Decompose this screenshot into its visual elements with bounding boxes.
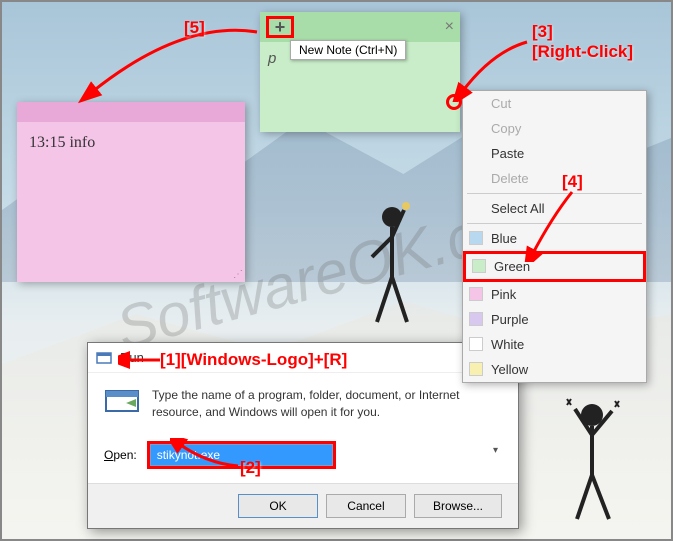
pink-note-header[interactable]: [17, 102, 245, 122]
run-window-icon: [96, 350, 112, 366]
color-swatch-pink: [469, 287, 483, 301]
menu-separator: [467, 223, 642, 224]
color-swatch-purple: [469, 312, 483, 326]
run-input[interactable]: [150, 444, 333, 466]
run-title: Run: [120, 350, 144, 365]
stick-figure-icon: [557, 397, 627, 527]
menu-color-purple[interactable]: Purple: [463, 307, 646, 332]
menu-item-paste[interactable]: Paste: [463, 141, 646, 166]
new-note-button[interactable]: +: [266, 16, 294, 38]
color-swatch-white: [469, 337, 483, 351]
new-note-tooltip: New Note (Ctrl+N): [290, 40, 406, 60]
note-text-char: p: [268, 50, 276, 67]
ok-button[interactable]: OK: [238, 494, 318, 518]
menu-color-blue[interactable]: Blue: [463, 226, 646, 251]
sticky-note-pink[interactable]: 13:15 info ⋰: [17, 102, 245, 282]
menu-item-copy: Copy: [463, 116, 646, 141]
green-note-header[interactable]: + ×: [260, 12, 460, 42]
run-body: Type the name of a program, folder, docu…: [88, 373, 518, 435]
run-dialog: Run Type the name of a program, folder, …: [87, 342, 519, 529]
cancel-button[interactable]: Cancel: [326, 494, 406, 518]
menu-separator: [467, 193, 642, 194]
menu-color-pink[interactable]: Pink: [463, 282, 646, 307]
color-swatch-yellow: [469, 362, 483, 376]
color-swatch-green: [472, 259, 486, 273]
context-menu: Cut Copy Paste Delete Select All Blue Gr…: [462, 90, 647, 383]
menu-color-white[interactable]: White: [463, 332, 646, 357]
click-marker-icon: [446, 94, 462, 110]
stick-figure-icon: [362, 202, 422, 332]
run-input-wrapper: ▾: [147, 441, 502, 469]
close-note-button[interactable]: ×: [445, 18, 454, 36]
run-program-icon: [104, 387, 140, 415]
menu-color-yellow[interactable]: Yellow: [463, 357, 646, 382]
menu-color-green[interactable]: Green: [463, 251, 646, 282]
color-swatch-blue: [469, 231, 483, 245]
run-input-row: Open: ▾: [88, 435, 518, 483]
resize-handle-icon[interactable]: ⋰: [233, 269, 243, 280]
dropdown-arrow-icon[interactable]: ▾: [493, 445, 498, 456]
run-title-bar[interactable]: Run: [88, 343, 518, 373]
run-button-bar: OK Cancel Browse...: [88, 483, 518, 528]
browse-button[interactable]: Browse...: [414, 494, 502, 518]
run-description: Type the name of a program, folder, docu…: [152, 387, 502, 421]
pink-note-body[interactable]: 13:15 info: [17, 122, 245, 164]
run-open-label: Open:: [104, 448, 137, 462]
sticky-note-green[interactable]: + × p: [260, 12, 460, 132]
menu-item-cut: Cut: [463, 91, 646, 116]
menu-item-select-all[interactable]: Select All: [463, 196, 646, 221]
menu-item-delete: Delete: [463, 166, 646, 191]
